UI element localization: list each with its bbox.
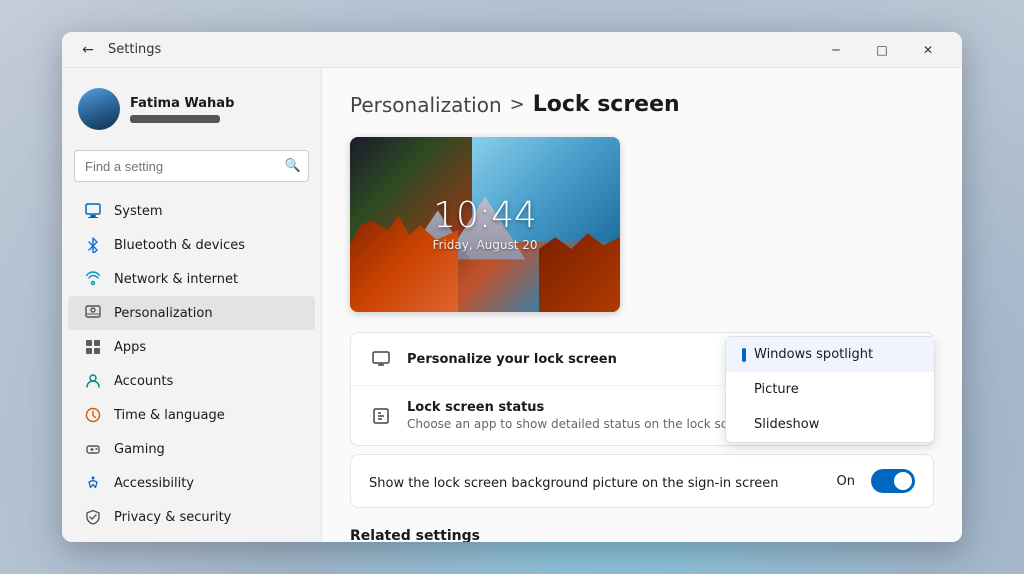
breadcrumb-current: Lock screen [533,92,680,117]
personalization-icon [84,304,102,322]
sidebar-item-bluetooth[interactable]: Bluetooth & devices [68,228,315,262]
lock-preview-background: 10:44 Friday, August 20 [350,137,620,312]
window-body: Fatima Wahab 🔍 System Bluetooth & device… [62,68,962,542]
sign-in-label-section: Show the lock screen background picture … [369,472,823,491]
sidebar-item-gaming[interactable]: Gaming [68,432,315,466]
sidebar-label-time: Time & language [114,408,225,423]
accessibility-icon [84,474,102,492]
sidebar-item-network[interactable]: Network & internet [68,262,315,296]
check-mark-spotlight [742,348,746,362]
sidebar-label-privacy: Privacy & security [114,510,231,525]
sign-in-label: Show the lock screen background picture … [369,476,779,491]
sidebar-label-gaming: Gaming [114,442,165,457]
sidebar-label-network: Network & internet [114,272,238,287]
dropdown-label-slideshow: Slideshow [754,417,819,432]
sidebar-label-accounts: Accounts [114,374,173,389]
close-button[interactable]: ✕ [906,34,950,66]
breadcrumb-parent[interactable]: Personalization [350,93,502,117]
status-icon [369,404,393,428]
search-box: 🔍 [74,150,309,182]
sidebar-item-apps[interactable]: Apps [68,330,315,364]
sidebar-item-personalization[interactable]: Personalization [68,296,315,330]
dropdown-item-picture[interactable]: Picture [726,372,934,407]
toggle-switch[interactable] [871,469,915,493]
main-content: Personalization > Lock screen 10:44 [322,68,962,542]
lock-date: Friday, August 20 [432,238,537,252]
sidebar-label-accessibility: Accessibility [114,476,194,491]
network-icon [84,270,102,288]
bluetooth-icon [84,236,102,254]
sidebar-label-system: System [114,204,162,219]
dropdown-item-slideshow[interactable]: Slideshow [726,407,934,442]
settings-window: ← Settings ─ □ ✕ Fatima Wahab 🔍 [62,32,962,542]
sidebar-label-bluetooth: Bluetooth & devices [114,238,245,253]
privacy-icon [84,508,102,526]
user-info: Fatima Wahab [130,96,234,123]
back-button[interactable]: ← [74,36,102,64]
sidebar-item-privacy[interactable]: Privacy & security [68,500,315,534]
toggle-status: On [837,474,855,489]
sidebar-item-time[interactable]: Time & language [68,398,315,432]
sidebar-item-accounts[interactable]: Accounts [68,364,315,398]
avatar [78,88,120,130]
toggle-control: On [837,469,915,493]
apps-icon [84,338,102,356]
window-controls: ─ □ ✕ [814,34,950,66]
dropdown-item-spotlight[interactable]: Windows spotlight [726,337,934,372]
dropdown-label-spotlight: Windows spotlight [754,347,873,362]
window-title: Settings [108,42,161,57]
sidebar-label-personalization: Personalization [114,306,213,321]
user-subtitle [130,115,220,123]
title-bar: ← Settings ─ □ ✕ [62,32,962,68]
sidebar: Fatima Wahab 🔍 System Bluetooth & device… [62,68,322,542]
breadcrumb: Personalization > Lock screen [350,92,934,117]
user-name: Fatima Wahab [130,96,234,111]
user-section: Fatima Wahab [62,80,321,146]
sidebar-item-system[interactable]: System [68,194,315,228]
accounts-icon [84,372,102,390]
minimize-button[interactable]: ─ [814,34,858,66]
gaming-icon [84,440,102,458]
sidebar-label-apps: Apps [114,340,146,355]
dropdown-label-picture: Picture [754,382,799,397]
search-icon: 🔍 [285,159,301,174]
personalize-section: Personalize your lock screen Lock screen… [350,332,934,446]
monitor-icon [369,347,393,371]
lock-screen-preview: 10:44 Friday, August 20 [350,137,620,312]
dropdown-panel: Windows spotlight Picture Slideshow [725,336,935,443]
sidebar-item-accessibility[interactable]: Accessibility [68,466,315,500]
sign-in-row: Show the lock screen background picture … [350,454,934,508]
time-icon [84,406,102,424]
breadcrumb-separator: > [510,94,525,115]
related-settings-label: Related settings [350,528,934,542]
search-input[interactable] [74,150,309,182]
system-icon [84,202,102,220]
lock-time: 10:44 [433,198,537,234]
maximize-button[interactable]: □ [860,34,904,66]
